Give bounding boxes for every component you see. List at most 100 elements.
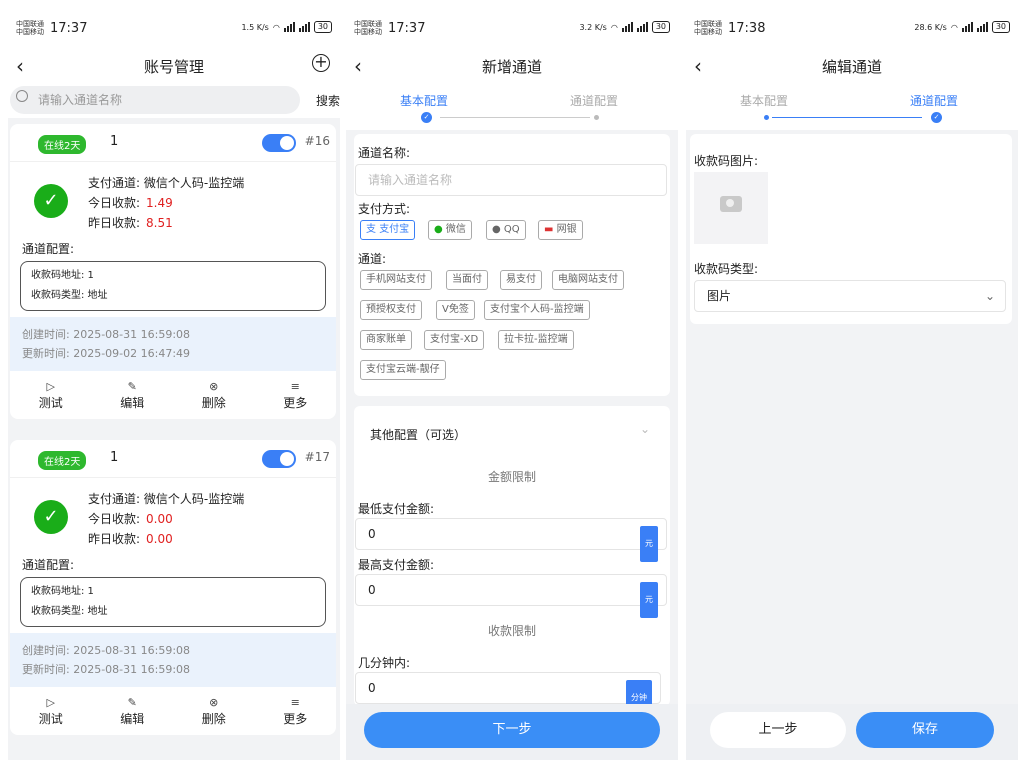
page-title: 新增通道	[481, 58, 542, 76]
step-line	[440, 117, 590, 118]
status-bar: 中国联通 中国移动 17:37 1.5 K/s ◠ 30	[8, 10, 340, 48]
channel-line: 支付通道: 微信个人码-监控端	[88, 176, 245, 190]
edit-icon: ✎	[127, 695, 137, 709]
pay-wechat-chip[interactable]: ● 微信	[428, 220, 472, 240]
step-dot	[594, 115, 599, 120]
pay-bank-chip[interactable]: ▬ 网银	[538, 220, 583, 240]
enable-toggle[interactable]	[262, 134, 296, 152]
channel-chip[interactable]: V免签	[436, 300, 475, 320]
time-block: 创建时间: 2025-08-31 16:59:08 更新时间: 2025-09-…	[10, 317, 336, 371]
channel-chip[interactable]: 电脑网站支付	[552, 270, 624, 290]
nav-bar: ‹ 编辑通道	[686, 48, 1018, 84]
channel-name-input[interactable]: 请输入通道名称	[355, 164, 667, 196]
channel-chip[interactable]: 预授权支付	[360, 300, 422, 320]
channel-label: 通道:	[358, 252, 387, 266]
step-channel[interactable]: 通道配置	[570, 92, 618, 109]
battery-icon: 30	[313, 21, 332, 33]
unit-yuan: 元	[640, 526, 658, 562]
next-step-button[interactable]: 下一步	[364, 712, 660, 748]
online-badge: 在线2天	[38, 135, 87, 154]
online-badge: 在线2天	[38, 451, 87, 470]
min-amount-label: 最低支付金额:	[358, 502, 435, 516]
channel-chip[interactable]: 支付宝-XD	[424, 330, 485, 350]
search-icon	[16, 90, 28, 102]
minutes-label: 几分钟内:	[358, 656, 411, 670]
card-info: ✓ 支付通道: 微信个人码-监控端 今日收款: 0.00 昨日收款: 0.00	[10, 478, 336, 554]
net-speed: 28.6 K/s	[914, 22, 947, 32]
chevron-down-icon[interactable]: ⌄	[640, 422, 650, 436]
receive-limit-title: 收款限制	[487, 624, 536, 638]
prev-step-button[interactable]: 上一步	[710, 712, 846, 748]
enable-toggle[interactable]	[262, 450, 296, 468]
signal-icon	[961, 22, 973, 32]
card-header: 在线2天 1 #16	[10, 124, 336, 162]
minutes-input[interactable]: 0 分钟	[355, 672, 661, 716]
config-box: 收款码地址: 1 收款码类型: 地址	[20, 261, 326, 311]
status-bar: 中国联通 中国移动 17:38 28.6 K/s ◠ 30	[686, 10, 1018, 48]
step-basic[interactable]: 基本配置	[400, 92, 448, 109]
step-indicator: 基本配置 通道配置 ✓	[346, 84, 678, 130]
signal-icon-2	[298, 22, 310, 32]
carrier-info: 中国联通 中国移动	[354, 20, 382, 36]
delete-button[interactable]: ⊗ 删除	[202, 380, 226, 411]
bank-card-icon: ▬	[544, 224, 557, 235]
edit-button[interactable]: ✎ 编辑	[120, 696, 144, 727]
nav-bar: ‹ 新增通道	[346, 48, 678, 84]
more-button[interactable]: ≡ 更多	[283, 380, 307, 411]
unit-yuan: 元	[640, 582, 658, 618]
channel-config-form: 收款码图片: 收款码类型: 图片 ⌄	[690, 134, 1012, 324]
max-amount-input[interactable]: 0元	[355, 574, 667, 618]
edit-button[interactable]: ✎ 编辑	[120, 380, 144, 411]
image-upload-box[interactable]	[694, 172, 768, 244]
add-circle-icon[interactable]: +	[312, 54, 330, 72]
status-time: 17:37	[388, 21, 426, 36]
min-amount-input[interactable]: 0元	[355, 518, 667, 562]
today-line: 今日收款: 1.49	[88, 196, 173, 210]
wifi-icon: ◠	[610, 22, 618, 32]
page-title: 编辑通道	[821, 58, 882, 76]
delete-button[interactable]: ⊗ 删除	[202, 696, 226, 727]
channel-chip[interactable]: 商家账单	[360, 330, 412, 350]
time-block: 创建时间: 2025-08-31 16:59:08 更新时间: 2025-08-…	[10, 633, 336, 687]
signal-icon	[283, 22, 295, 32]
pay-qq-chip[interactable]: ● QQ	[486, 220, 526, 240]
channel-chip[interactable]: 拉卡拉-监控端	[498, 330, 574, 350]
card-number: 1	[110, 450, 119, 465]
pay-method-label: 支付方式:	[358, 202, 411, 216]
other-config-toggle[interactable]: 其他配置（可选）	[370, 426, 466, 443]
card-info: ✓ 支付通道: 微信个人码-监控端 今日收款: 1.49 昨日收款: 8.51	[10, 162, 336, 238]
pay-alipay-chip[interactable]: 支 支付宝	[360, 220, 416, 240]
yesterday-line: 昨日收款: 0.00	[88, 532, 173, 546]
config-title: 通道配置:	[22, 558, 75, 572]
channel-chip[interactable]: 当面付	[446, 270, 488, 290]
wifi-icon: ◠	[950, 22, 958, 32]
search-button[interactable]: 搜索	[316, 92, 340, 109]
card-id: #17	[304, 450, 330, 464]
config-box: 收款码地址: 1 收款码类型: 地址	[20, 577, 326, 627]
config-line: 收款码类型: 地址	[31, 606, 108, 617]
basic-form: 通道名称: 请输入通道名称 支付方式: 支 支付宝 ● 微信 ● QQ ▬ 网银…	[354, 134, 670, 396]
test-button[interactable]: ▷ 测试	[39, 380, 63, 411]
step-basic[interactable]: 基本配置	[740, 92, 788, 109]
channel-chip[interactable]: 支付宝个人码-监控端	[484, 300, 590, 320]
qq-icon: ●	[492, 224, 504, 235]
config-title: 通道配置:	[22, 242, 75, 256]
channel-chip[interactable]: 易支付	[500, 270, 542, 290]
code-type-select[interactable]: 图片 ⌄	[694, 280, 1006, 312]
channel-chip[interactable]: 支付宝云端-靓仔	[360, 360, 446, 380]
carrier-info: 中国联通 中国移动	[16, 20, 44, 36]
test-button[interactable]: ▷ 测试	[39, 696, 63, 727]
step-dot	[764, 115, 769, 120]
battery-icon: 30	[991, 21, 1010, 33]
step-channel[interactable]: 通道配置	[910, 92, 958, 109]
more-button[interactable]: ≡ 更多	[283, 696, 307, 727]
search-input[interactable]: 请输入通道名称	[10, 86, 300, 114]
step-indicator: 基本配置 通道配置 ✓	[686, 84, 1018, 130]
type-label: 收款码类型:	[694, 262, 759, 276]
bottom-bar: 上一步 保存	[686, 704, 1018, 760]
battery-icon: 30	[651, 21, 670, 33]
alipay-icon: 支	[366, 224, 380, 235]
channel-chip[interactable]: 手机网站支付	[360, 270, 432, 290]
save-button[interactable]: 保存	[856, 712, 994, 748]
close-circle-icon: ⊗	[209, 695, 219, 709]
